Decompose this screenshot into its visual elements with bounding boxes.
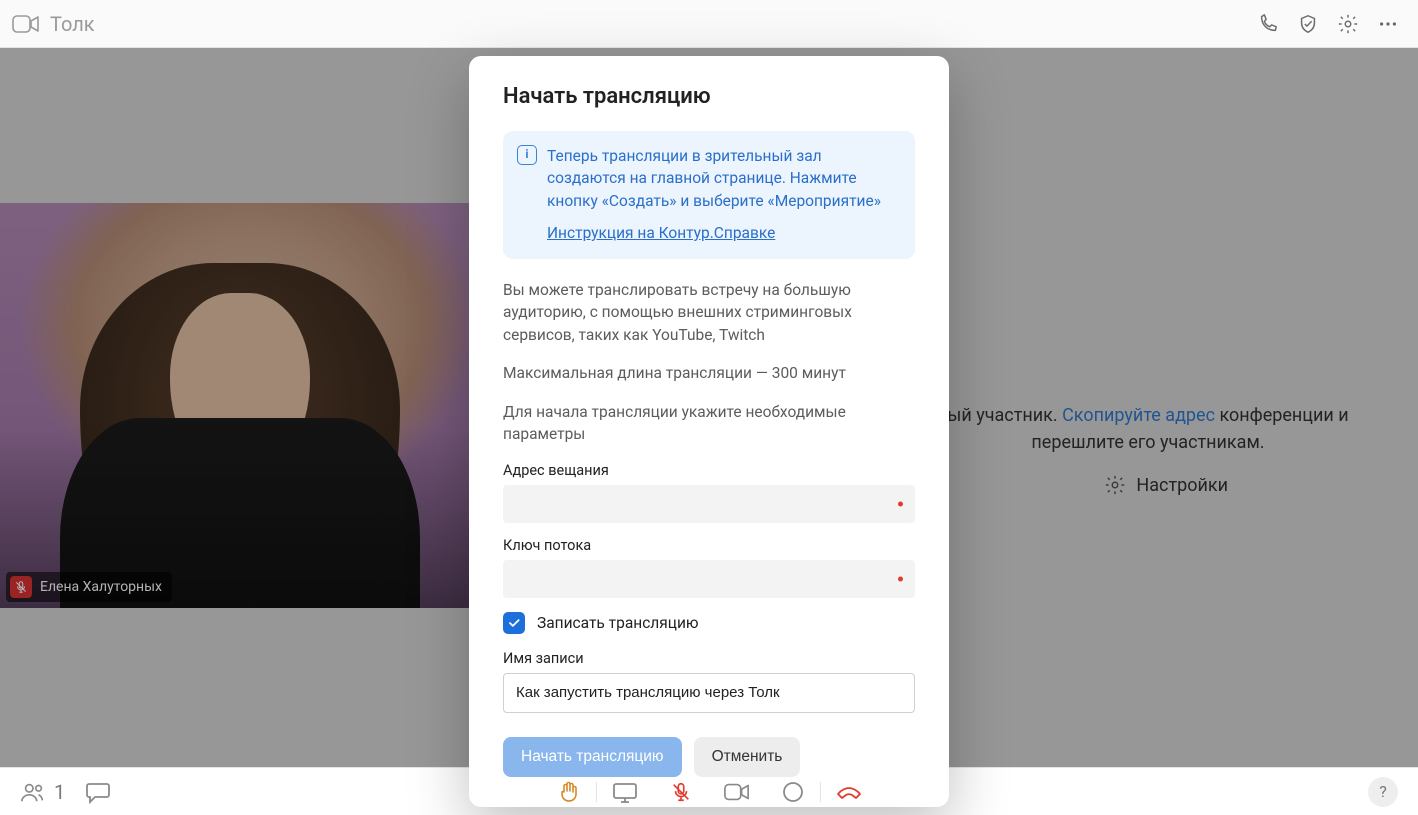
more-button[interactable] (1370, 6, 1406, 42)
participants-button[interactable]: 1 (20, 780, 65, 804)
modal-paragraph-3: Для начала трансляции укажите необходимы… (503, 401, 915, 446)
bottom-bar: 1 ? (0, 767, 1418, 815)
chat-button[interactable] (85, 780, 111, 804)
camera-toggle-button[interactable] (714, 774, 760, 810)
start-stream-button[interactable]: Начать трансляцию (503, 737, 682, 777)
participant-count: 1 (54, 780, 65, 804)
end-call-button[interactable] (826, 774, 872, 810)
info-text: Теперь трансляции в зрительный зал созда… (547, 145, 899, 212)
app-brand: Толк (12, 12, 95, 36)
recording-name-label: Имя записи (503, 650, 915, 667)
start-stream-modal: Начать трансляцию i Теперь трансляции в … (469, 56, 949, 807)
shield-button[interactable] (1290, 6, 1326, 42)
required-indicator (898, 576, 903, 581)
info-help-link[interactable]: Инструкция на Контур.Справке (547, 222, 775, 244)
record-checkbox-label: Записать трансляцию (537, 614, 699, 632)
phone-button[interactable] (1250, 6, 1286, 42)
key-label: Ключ потока (503, 537, 915, 554)
raise-hand-button[interactable] (546, 774, 592, 810)
cancel-button[interactable]: Отменить (694, 737, 801, 777)
help-button[interactable]: ? (1368, 777, 1398, 807)
info-callout: i Теперь трансляции в зрительный зал соз… (503, 131, 915, 259)
modal-paragraph-1: Вы можете транслировать встречу на больш… (503, 279, 915, 346)
info-icon: i (517, 145, 537, 165)
modal-title: Начать трансляцию (503, 84, 915, 109)
camera-icon (12, 14, 40, 34)
record-checkbox[interactable] (503, 612, 525, 634)
share-screen-button[interactable] (602, 774, 648, 810)
record-button[interactable] (770, 774, 816, 810)
required-indicator (898, 501, 903, 506)
app-name: Толк (50, 12, 95, 36)
main-stage: Елена Халуторных ый участник. Скопируйте… (0, 48, 1418, 767)
stream-key-input[interactable] (503, 560, 915, 598)
top-bar: Толк (0, 0, 1418, 48)
modal-paragraph-2: Максимальная длина трансляции — 300 мину… (503, 362, 915, 384)
mic-toggle-button[interactable] (658, 774, 704, 810)
gear-button[interactable] (1330, 6, 1366, 42)
stream-address-input[interactable] (503, 485, 915, 523)
address-label: Адрес вещания (503, 462, 915, 479)
recording-name-input[interactable] (503, 673, 915, 713)
top-bar-actions (1250, 6, 1406, 42)
